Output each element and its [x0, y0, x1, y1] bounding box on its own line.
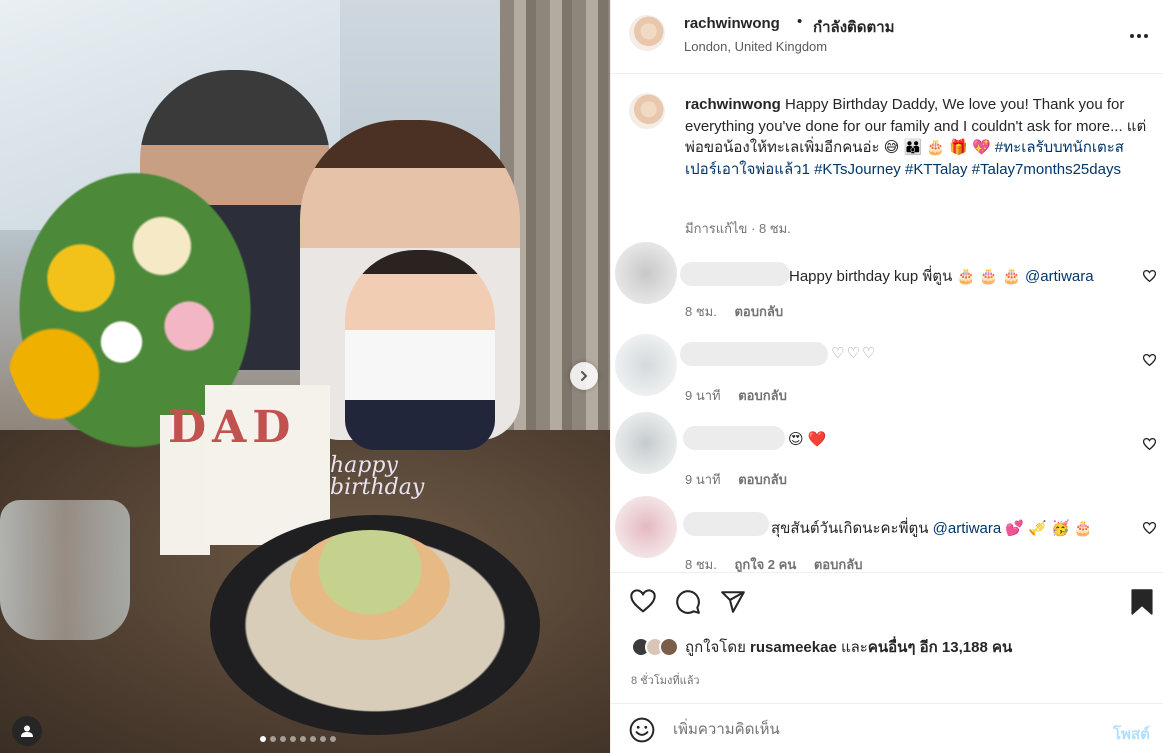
post-photo[interactable]: DAD happy birthday	[0, 0, 610, 753]
reply-button[interactable]: ตอบกลับ	[734, 304, 783, 319]
mention-link[interactable]: @artiwara	[933, 520, 1002, 537]
hashtag-link[interactable]: #KTsJourney	[814, 161, 901, 178]
comment-text: ♡♡♡	[831, 345, 878, 362]
comment-text: 😍 ❤️	[788, 431, 827, 448]
reply-button[interactable]: ตอบกลับ	[738, 472, 787, 487]
caption-author-avatar[interactable]	[629, 93, 665, 129]
post-header: rachwinwong • กำลังติดตาม London, United…	[611, 0, 1163, 74]
carousel-dot	[330, 736, 336, 742]
commenter-username-blurred[interactable]	[680, 262, 790, 286]
post-location[interactable]: London, United Kingdom	[684, 39, 827, 54]
commenter-avatar[interactable]	[615, 496, 677, 558]
send-icon[interactable]	[720, 589, 746, 615]
hashtag-link[interactable]: #KTTalay	[905, 161, 968, 178]
comment-like-icon[interactable]	[1143, 522, 1156, 534]
commenter-avatar[interactable]	[615, 242, 677, 304]
carousel-dot	[270, 736, 276, 742]
carousel-dot	[280, 736, 286, 742]
commenter-username-blurred[interactable]	[680, 342, 828, 366]
photo-dad-card-text: DAD	[168, 402, 297, 453]
carousel-dot	[300, 736, 306, 742]
comment-input[interactable]	[673, 716, 1093, 742]
post-actions: ถูกใจโดย rusameekae และคนอื่นๆ อีก 13,18…	[611, 572, 1163, 702]
comment-icon[interactable]	[675, 589, 701, 615]
hashtag-link[interactable]: #Talay7months25days	[972, 161, 1121, 178]
commenter-avatar[interactable]	[615, 334, 677, 396]
comment-text: สุขสันต์วันเกิดนะคะพี่ตูน @artiwara 💕 🎺 …	[771, 520, 1093, 537]
comment-like-icon[interactable]	[1143, 270, 1156, 282]
post-side-panel: rachwinwong • กำลังติดตาม London, United…	[610, 0, 1163, 753]
chevron-right-icon	[581, 371, 588, 381]
mention-link[interactable]: @artiwara	[1025, 268, 1094, 285]
post-comment-button[interactable]: โพสต์	[1113, 722, 1150, 746]
author-avatar[interactable]	[629, 15, 665, 51]
likes-text: ถูกใจโดย rusameekae และคนอื่นๆ อีก 13,18…	[685, 639, 1013, 656]
reply-button[interactable]: ตอบกลับ	[738, 388, 787, 403]
likes-summary[interactable]: ถูกใจโดย rusameekae และคนอื่นๆ อีก 13,18…	[631, 635, 1012, 659]
comment-time[interactable]: 8 ชม.	[685, 557, 717, 572]
comment-like-icon[interactable]	[1143, 438, 1156, 450]
caption-text: rachwinwong Happy Birthday Daddy, We lov…	[685, 94, 1151, 180]
more-horizontal-icon	[1130, 34, 1148, 38]
tagged-users-button[interactable]	[12, 716, 42, 746]
comment-meta: 9 นาที ตอบกลับ	[685, 469, 801, 490]
comment-time[interactable]: 8 ชม.	[685, 304, 717, 319]
photo-vase	[0, 500, 130, 640]
carousel-dots	[260, 736, 336, 742]
reply-button[interactable]: ตอบกลับ	[814, 557, 863, 572]
more-options-button[interactable]	[1129, 22, 1149, 45]
heart-icon[interactable]	[630, 589, 656, 613]
photo-baby	[345, 250, 495, 450]
comment-time[interactable]: 9 นาที	[685, 472, 721, 487]
post-timestamp[interactable]: 8 ชั่วโมงที่แล้ว	[631, 671, 700, 689]
comment-likes-count[interactable]: ถูกใจ 2 คน	[734, 557, 796, 572]
comment-time[interactable]: 9 นาที	[685, 388, 721, 403]
comment-like-icon[interactable]	[1143, 354, 1156, 366]
photo-cake-topper: happy birthday	[330, 453, 425, 500]
other-likers-link[interactable]: คนอื่นๆ อีก 13,188 คน	[868, 639, 1012, 656]
caption-username[interactable]: rachwinwong	[685, 96, 781, 113]
add-comment-bar: โพสต์	[611, 703, 1163, 753]
comment-meta: 8 ชม. ตอบกลับ	[685, 301, 797, 322]
comment-text: Happy birthday kup พี่ตูน 🎂 🎂 🎂 @artiwar…	[789, 268, 1094, 285]
carousel-dot	[310, 736, 316, 742]
liker-username[interactable]: rusameekae	[750, 639, 837, 656]
header-separator: •	[797, 13, 803, 30]
emoji-icon[interactable]	[629, 717, 655, 743]
carousel-dot	[260, 736, 266, 742]
commenter-username-blurred[interactable]	[683, 512, 769, 536]
liker-avatar	[659, 637, 679, 657]
author-username[interactable]: rachwinwong	[684, 15, 780, 32]
carousel-dot	[320, 736, 326, 742]
following-button[interactable]: กำลังติดตาม	[813, 15, 895, 39]
carousel-dot	[290, 736, 296, 742]
carousel-next-button[interactable]	[570, 362, 598, 390]
commenter-avatar[interactable]	[615, 412, 677, 474]
photo-cake	[290, 530, 450, 640]
caption-meta: มีการแก้ไข · 8 ชม.	[685, 221, 791, 236]
commenter-username-blurred[interactable]	[683, 426, 785, 450]
comment-meta: 9 นาที ตอบกลับ	[685, 385, 801, 406]
bookmark-icon[interactable]	[1131, 589, 1153, 615]
user-icon	[21, 725, 33, 737]
